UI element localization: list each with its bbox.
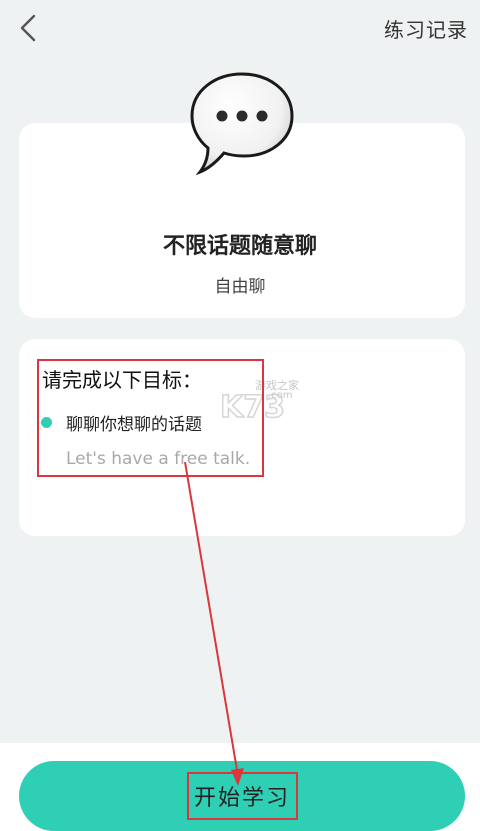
back-button[interactable]	[10, 10, 46, 46]
watermark-domain: .com	[268, 390, 293, 401]
chevron-left-icon	[20, 14, 36, 42]
practice-record-link[interactable]: 练习记录	[384, 14, 468, 43]
topic-title: 不限话题随意聊	[162, 234, 317, 259]
topic-subtitle: 自由聊	[214, 277, 266, 297]
top-bar: 练习记录	[0, 0, 480, 60]
annotation-box-start	[187, 772, 298, 820]
speech-bubble-icon	[188, 68, 296, 176]
annotation-box-goal	[37, 359, 264, 477]
